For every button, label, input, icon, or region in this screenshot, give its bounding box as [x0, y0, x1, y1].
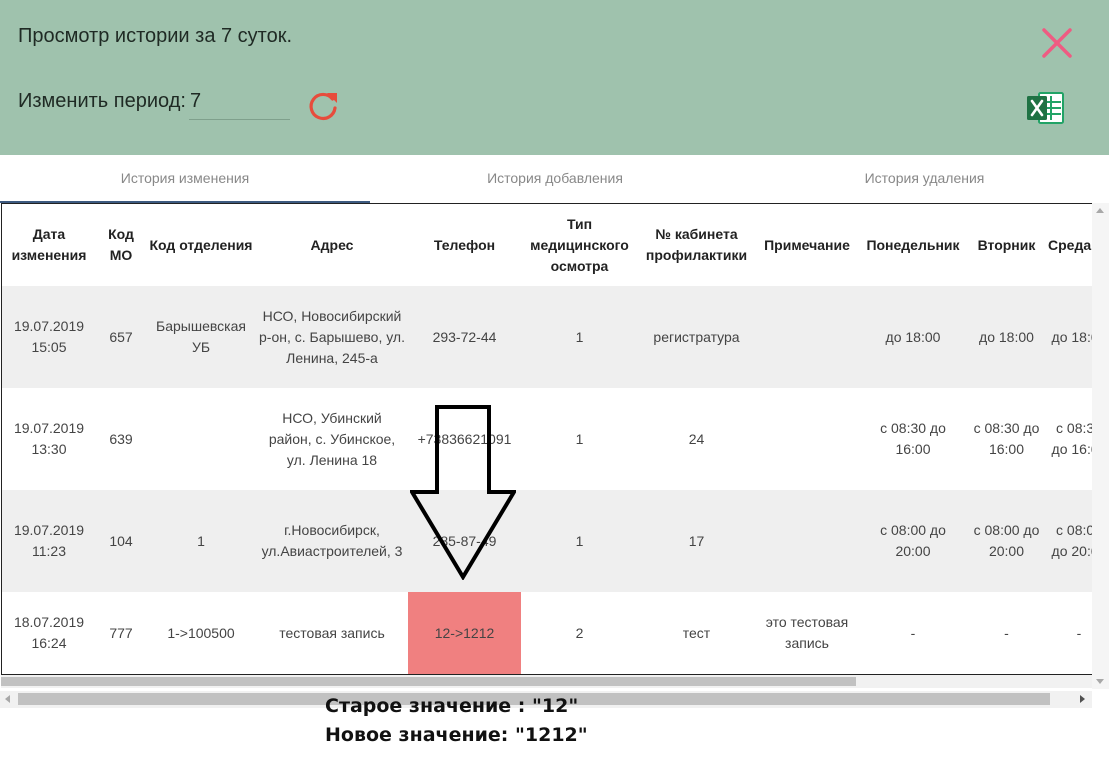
table-cell: с 08:00 до 20:00: [1046, 490, 1093, 592]
table-cell: 19.07.2019 15:05: [2, 286, 96, 388]
tab-bar: История изменения История добавления Ист…: [0, 155, 1109, 203]
table-cell: НСО, Убинский район, с. Убинское, ул. Ле…: [256, 388, 408, 490]
changed-phone-cell: 12->1212: [408, 592, 521, 674]
table-cell: [146, 388, 256, 490]
table-cell: 17: [638, 490, 755, 592]
column-header[interactable]: Среда: [1046, 204, 1093, 286]
table-cell: 1: [521, 490, 638, 592]
scroll-down-icon[interactable]: [1096, 679, 1104, 684]
table-cell: 24: [638, 388, 755, 490]
table-row[interactable]: 19.07.2019 11:23 104 1 г.Новосибирск, ул…: [2, 490, 1093, 592]
table-cell: 1: [521, 286, 638, 388]
table-cell: с 08:00 до 20:00: [859, 490, 967, 592]
column-header[interactable]: Вторник: [967, 204, 1046, 286]
table-row[interactable]: 19.07.2019 13:30 639 НСО, Убинский район…: [2, 388, 1093, 490]
period-input[interactable]: [189, 83, 290, 120]
table-cell: 657: [96, 286, 146, 388]
table-cell: регистратура: [638, 286, 755, 388]
column-header[interactable]: Примечание: [755, 204, 859, 286]
table-cell: 19.07.2019 11:23: [2, 490, 96, 592]
dialog-header: Просмотр истории за 7 суток. Изменить пе…: [0, 0, 1109, 155]
table-cell: -: [967, 592, 1046, 674]
scroll-left-icon[interactable]: [5, 695, 10, 703]
table-row[interactable]: 19.07.2019 15:05 657 Барышевская УБ НСО,…: [2, 286, 1093, 388]
table-cell: [755, 388, 859, 490]
scroll-right-icon[interactable]: [1080, 695, 1085, 703]
table-cell: НСО, Новосибирский р-он, с. Барышево, ул…: [256, 286, 408, 388]
table-cell: с 08:00 до 20:00: [967, 490, 1046, 592]
column-header[interactable]: Код отделения: [146, 204, 256, 286]
table-cell: 19.07.2019 13:30: [2, 388, 96, 490]
column-header[interactable]: Телефон: [408, 204, 521, 286]
table-cell: 1: [521, 388, 638, 490]
table-cell: -: [1046, 592, 1093, 674]
close-button[interactable]: [1040, 26, 1074, 60]
vertical-scrollbar[interactable]: [1092, 203, 1109, 689]
tab-delete-history[interactable]: История удаления: [740, 155, 1109, 203]
table-cell: +73836621091: [408, 388, 521, 490]
scrollbar-thumb[interactable]: [1, 677, 856, 686]
close-icon: [1042, 28, 1072, 58]
table-cell: 777: [96, 592, 146, 674]
old-value-note: Старое значение : "12": [325, 695, 579, 717]
column-header[interactable]: № кабинета профилактики: [638, 204, 755, 286]
table-cell: 1: [146, 490, 256, 592]
new-value-note: Новое значение: "1212": [325, 724, 588, 746]
table-cell: 285-87-49: [408, 490, 521, 592]
table-horizontal-scrollbar[interactable]: [1, 675, 1092, 688]
tab-change-history[interactable]: История изменения: [0, 155, 370, 203]
column-header[interactable]: Понедельник: [859, 204, 967, 286]
table-cell: 293-72-44: [408, 286, 521, 388]
excel-export-button[interactable]: [1025, 88, 1065, 128]
scroll-up-icon[interactable]: [1096, 208, 1104, 213]
table-cell: -: [859, 592, 967, 674]
table-cell: это тестовая запись: [755, 592, 859, 674]
table-cell: 2: [521, 592, 638, 674]
refresh-icon: [309, 92, 337, 121]
table-cell: до 18:00: [967, 286, 1046, 388]
table-cell: тест: [638, 592, 755, 674]
table-cell: [755, 490, 859, 592]
table-cell: 1->100500: [146, 592, 256, 674]
column-header[interactable]: Код МО: [96, 204, 146, 286]
column-header[interactable]: Дата изменения: [2, 204, 96, 286]
table-cell: 104: [96, 490, 146, 592]
table-cell: 18.07.2019 16:24: [2, 592, 96, 674]
refresh-button[interactable]: [305, 88, 341, 124]
table-cell: с 08:30 до 16:00: [859, 388, 967, 490]
table-cell: до 18:00: [859, 286, 967, 388]
table-cell: до 18:00: [1046, 286, 1093, 388]
history-table: Дата изменения Код МО Код отделения Адре…: [2, 204, 1093, 674]
table-cell: [755, 286, 859, 388]
table-cell: Барышевская УБ: [146, 286, 256, 388]
table-cell: с 08:30 до 16:00: [967, 388, 1046, 490]
table-cell: г.Новосибирск, ул.Авиастроителей, 3: [256, 490, 408, 592]
dialog-title: Просмотр истории за 7 суток.: [18, 25, 293, 47]
table-row[interactable]: 18.07.2019 16:24 777 1->100500 тестовая …: [2, 592, 1093, 674]
excel-icon: [1027, 92, 1064, 124]
tab-add-history[interactable]: История добавления: [370, 155, 740, 203]
table-cell: 639: [96, 388, 146, 490]
column-header[interactable]: Тип медицинского осмотра: [521, 204, 638, 286]
history-table-container: Дата изменения Код МО Код отделения Адре…: [1, 203, 1093, 675]
period-label: Изменить период:: [18, 90, 186, 112]
column-header[interactable]: Адрес: [256, 204, 408, 286]
table-header-row: Дата изменения Код МО Код отделения Адре…: [2, 204, 1093, 286]
table-cell: тестовая запись: [256, 592, 408, 674]
table-cell: с 08:30 до 16:00: [1046, 388, 1093, 490]
